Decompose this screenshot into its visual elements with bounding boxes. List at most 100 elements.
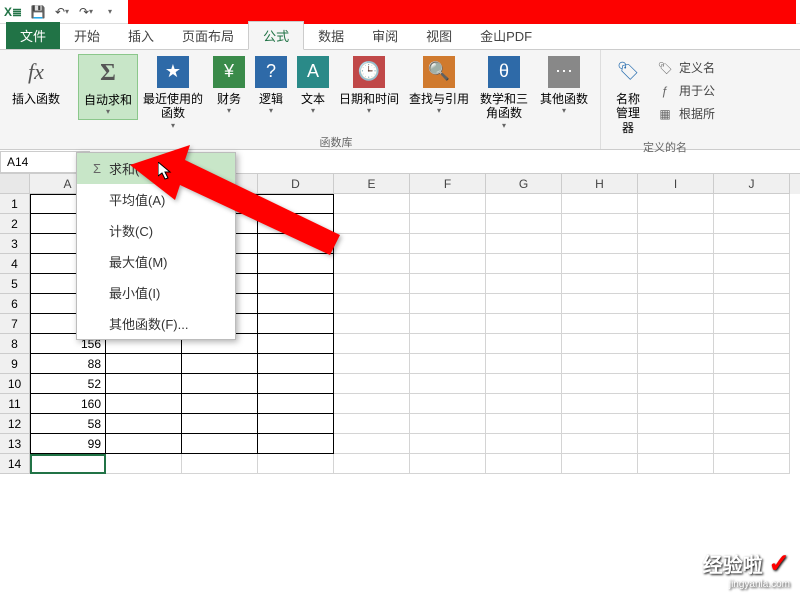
cell[interactable] xyxy=(714,334,790,354)
cell[interactable] xyxy=(182,374,258,394)
cell[interactable] xyxy=(486,334,562,354)
cell[interactable] xyxy=(258,294,334,314)
cell[interactable] xyxy=(714,394,790,414)
financial-button[interactable]: ¥ 财务 ▾ xyxy=(208,54,250,118)
cell[interactable] xyxy=(638,374,714,394)
row-header[interactable]: 2 xyxy=(0,214,30,234)
more-functions-button[interactable]: ⋯ 其他函数 ▾ xyxy=(534,54,594,118)
cell[interactable] xyxy=(30,454,106,474)
cell[interactable] xyxy=(638,254,714,274)
cell[interactable] xyxy=(410,294,486,314)
cell[interactable] xyxy=(106,374,182,394)
row-header[interactable]: 5 xyxy=(0,274,30,294)
cell[interactable] xyxy=(638,434,714,454)
cell[interactable] xyxy=(562,374,638,394)
row-header[interactable]: 1 xyxy=(0,194,30,214)
cell[interactable] xyxy=(410,414,486,434)
column-header[interactable]: I xyxy=(638,174,714,194)
cell[interactable] xyxy=(410,254,486,274)
cell[interactable] xyxy=(258,314,334,334)
tab-review[interactable]: 审阅 xyxy=(358,22,412,49)
cell[interactable] xyxy=(258,334,334,354)
cell[interactable] xyxy=(486,354,562,374)
text-button[interactable]: A 文本 ▾ xyxy=(292,54,334,118)
cell[interactable]: 88 xyxy=(30,354,106,374)
cell[interactable] xyxy=(258,354,334,374)
cell[interactable] xyxy=(334,414,410,434)
cell[interactable] xyxy=(638,314,714,334)
undo-icon[interactable]: ↶▾ xyxy=(52,2,72,22)
use-in-formula-button[interactable]: ƒ用于公 xyxy=(653,79,719,102)
cell[interactable] xyxy=(486,194,562,214)
cell[interactable] xyxy=(562,434,638,454)
cell[interactable] xyxy=(410,454,486,474)
cell[interactable] xyxy=(638,194,714,214)
cell[interactable] xyxy=(562,194,638,214)
cell[interactable] xyxy=(258,454,334,474)
column-header[interactable]: H xyxy=(562,174,638,194)
cell[interactable] xyxy=(106,454,182,474)
save-icon[interactable]: 💾 xyxy=(28,2,48,22)
cell[interactable] xyxy=(410,234,486,254)
redo-icon[interactable]: ↷▾ xyxy=(76,2,96,22)
cell[interactable] xyxy=(486,234,562,254)
row-header[interactable]: 9 xyxy=(0,354,30,374)
cell[interactable] xyxy=(106,394,182,414)
tab-file[interactable]: 文件 xyxy=(6,22,60,49)
cell[interactable] xyxy=(562,254,638,274)
cell[interactable] xyxy=(334,454,410,474)
cell[interactable] xyxy=(486,434,562,454)
cell[interactable] xyxy=(562,394,638,414)
cell[interactable] xyxy=(562,454,638,474)
cell[interactable] xyxy=(258,394,334,414)
column-header[interactable]: F xyxy=(410,174,486,194)
cell[interactable] xyxy=(334,314,410,334)
cell[interactable] xyxy=(410,334,486,354)
cell[interactable] xyxy=(334,374,410,394)
cell[interactable] xyxy=(714,214,790,234)
cell[interactable] xyxy=(182,454,258,474)
cell[interactable] xyxy=(258,414,334,434)
cell[interactable] xyxy=(486,254,562,274)
cell[interactable] xyxy=(486,274,562,294)
cell[interactable]: 99 xyxy=(30,434,106,454)
cell[interactable] xyxy=(638,274,714,294)
cell[interactable] xyxy=(486,294,562,314)
logical-button[interactable]: ? 逻辑 ▾ xyxy=(250,54,292,118)
cell[interactable] xyxy=(714,274,790,294)
cell[interactable] xyxy=(562,234,638,254)
row-header[interactable]: 13 xyxy=(0,434,30,454)
cell[interactable] xyxy=(106,434,182,454)
recent-functions-button[interactable]: ★ 最近使用的函数 ▾ xyxy=(138,54,208,132)
cell[interactable] xyxy=(486,214,562,234)
math-trig-button[interactable]: θ 数学和三角函数 ▾ xyxy=(474,54,534,132)
row-header[interactable]: 14 xyxy=(0,454,30,474)
cell[interactable] xyxy=(334,434,410,454)
insert-function-button[interactable]: fx 插入函数 xyxy=(6,54,66,108)
cell[interactable] xyxy=(334,394,410,414)
cell[interactable] xyxy=(410,374,486,394)
cell[interactable] xyxy=(410,194,486,214)
cell[interactable] xyxy=(638,394,714,414)
cell[interactable]: 160 xyxy=(30,394,106,414)
row-header[interactable]: 10 xyxy=(0,374,30,394)
cell[interactable] xyxy=(106,414,182,434)
cell[interactable] xyxy=(486,454,562,474)
cell[interactable] xyxy=(182,394,258,414)
cell[interactable] xyxy=(714,254,790,274)
tab-insert[interactable]: 插入 xyxy=(114,22,168,49)
cell[interactable] xyxy=(714,194,790,214)
tab-data[interactable]: 数据 xyxy=(304,22,358,49)
cell[interactable] xyxy=(486,314,562,334)
cell[interactable] xyxy=(182,434,258,454)
tab-view[interactable]: 视图 xyxy=(412,22,466,49)
cell[interactable] xyxy=(258,374,334,394)
cell[interactable] xyxy=(562,314,638,334)
cell[interactable] xyxy=(714,454,790,474)
cell[interactable] xyxy=(334,354,410,374)
row-header[interactable]: 11 xyxy=(0,394,30,414)
cell[interactable] xyxy=(410,314,486,334)
qat-customize-icon[interactable]: ▾ xyxy=(100,2,120,22)
cell[interactable] xyxy=(486,414,562,434)
cell[interactable] xyxy=(182,414,258,434)
